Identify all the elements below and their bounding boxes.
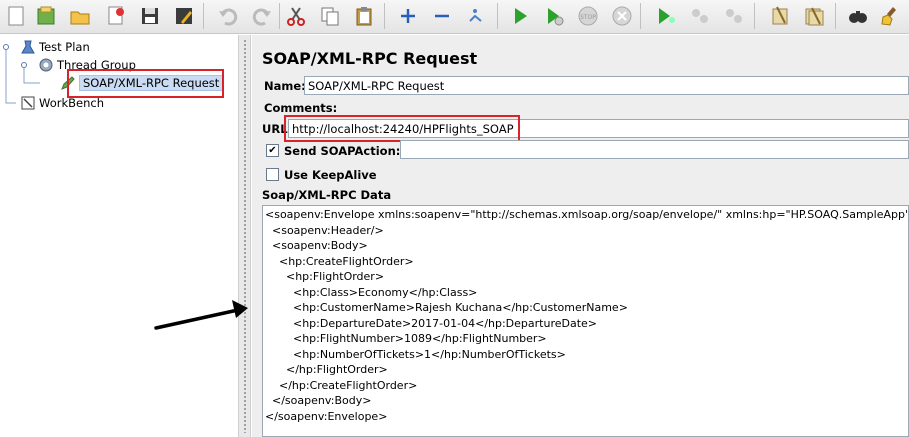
remote-start-icon[interactable] (654, 4, 678, 28)
test-plan-icon (20, 39, 36, 55)
soapaction-field[interactable] (400, 140, 909, 159)
annotation-arrow-icon (154, 300, 248, 330)
save-icon[interactable] (138, 4, 162, 28)
xml-line: </hp:FlightOrder> (265, 363, 388, 376)
shutdown-icon[interactable] (610, 4, 634, 28)
test-plan-tree: Test Plan Thread Group SOAP/XML-RPC Requ… (0, 35, 238, 437)
tree-item-workbench[interactable]: WorkBench (20, 95, 104, 111)
xml-line: <soapenv:Header/> (265, 223, 384, 237)
xml-line: <hp:FlightOrder> (265, 270, 385, 283)
tree-item-label: WorkBench (39, 96, 104, 110)
cut-icon[interactable] (284, 4, 308, 28)
clear-icon[interactable] (768, 4, 792, 28)
undo-icon[interactable] (216, 4, 240, 28)
xml-line: <hp:FlightNumber>1089</hp:FlightNumber> (265, 332, 547, 345)
close-icon[interactable] (104, 4, 128, 28)
name-field[interactable]: SOAP/XML-RPC Request (304, 76, 909, 95)
highlight-box-url (284, 115, 520, 142)
copy-icon[interactable] (318, 4, 342, 28)
xml-line: <hp:DepartureDate>2017-01-04</hp:Departu… (265, 316, 598, 330)
use-keepalive-label: Use KeepAlive (284, 168, 377, 182)
save-as-icon[interactable] (172, 4, 196, 28)
xml-line: <hp:Class>Economy</hp:Class> (265, 285, 478, 299)
tree-item-test-plan[interactable]: Test Plan (20, 39, 90, 55)
open-icon[interactable] (68, 4, 92, 28)
soap-data-textarea[interactable]: <soapenv:Envelope xmlns:soapenv="http://… (262, 205, 909, 437)
xml-line: <hp:CustomerName>Rajesh Kuchana</hp:Cust… (265, 301, 628, 314)
xml-line: </hp:CreateFlightOrder> (265, 378, 418, 392)
new-icon[interactable] (4, 4, 28, 28)
remote-stop-icon[interactable] (688, 4, 712, 28)
xml-line: </soapenv:Body> (265, 394, 372, 407)
comments-label: Comments: (264, 101, 338, 115)
xml-line: <soapenv:Body> (265, 239, 368, 252)
highlight-box-tree (67, 69, 224, 98)
send-soapaction-checkbox[interactable]: ✔ (266, 144, 279, 157)
soap-data-label: Soap/XML-RPC Data (262, 188, 392, 202)
xml-line: </soapenv:Envelope> (265, 409, 388, 423)
stop-icon[interactable]: STOP (576, 4, 600, 28)
workbench-icon (20, 95, 36, 111)
sampler-config-panel: SOAP/XML-RPC Request Name: SOAP/XML-RPC … (252, 35, 909, 437)
page-title: SOAP/XML-RPC Request (262, 49, 478, 68)
collapse-icon[interactable] (430, 4, 454, 28)
tree-item-label: Test Plan (39, 40, 90, 54)
paste-icon[interactable] (352, 4, 376, 28)
start-icon[interactable] (508, 4, 532, 28)
send-soapaction-label: Send SOAPAction: (284, 144, 401, 158)
search-icon[interactable] (846, 4, 870, 28)
expand-icon[interactable] (396, 4, 420, 28)
svg-text:STOP: STOP (580, 14, 596, 21)
redo-icon[interactable] (250, 4, 274, 28)
name-label: Name: (264, 79, 306, 93)
start-no-pause-icon[interactable] (542, 4, 566, 28)
panel-splitter[interactable] (238, 35, 251, 437)
toggle-icon[interactable] (464, 4, 488, 28)
xml-line: <hp:NumberOfTickets>1</hp:NumberOfTicket… (265, 347, 566, 361)
xml-line: <soapenv:Envelope xmlns:soapenv="http://… (265, 208, 909, 221)
use-keepalive-checkbox[interactable] (266, 168, 279, 181)
remote-shutdown-icon[interactable] (722, 4, 746, 28)
xml-line: <hp:CreateFlightOrder> (265, 254, 414, 268)
reset-search-icon[interactable] (878, 4, 902, 28)
clear-all-icon[interactable] (802, 4, 826, 28)
main-toolbar: STOP (0, 0, 909, 34)
templates-icon[interactable] (34, 4, 58, 28)
gear-icon (38, 57, 54, 73)
